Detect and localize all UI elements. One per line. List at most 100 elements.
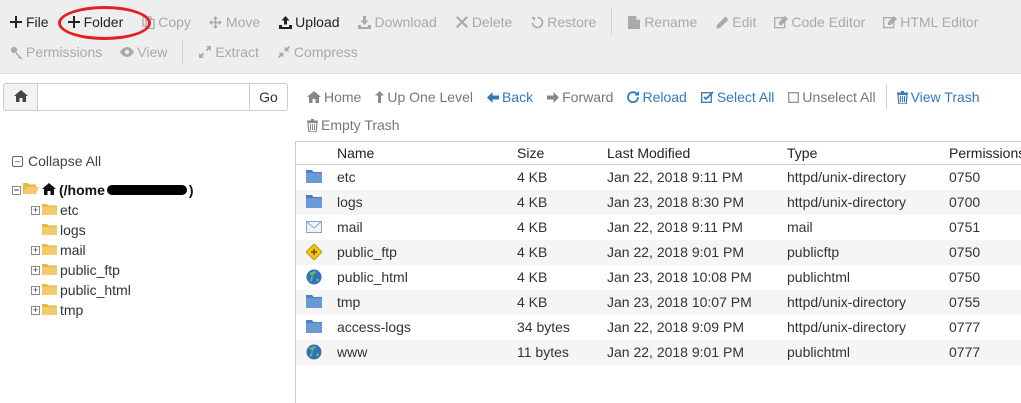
collapse-all-link[interactable]: – Collapse All xyxy=(12,153,101,169)
expand-toggle-icon[interactable]: + xyxy=(31,265,40,275)
tree-item-logs[interactable]: logs xyxy=(31,220,194,240)
tree-item-mail[interactable]: + mail xyxy=(31,240,194,260)
home-icon xyxy=(42,182,56,198)
restore-button[interactable]: Restore xyxy=(521,7,605,37)
column-header-size[interactable]: Size xyxy=(517,145,544,161)
restore-icon xyxy=(530,15,544,29)
expand-toggle-icon[interactable]: + xyxy=(31,245,40,255)
folder-icon xyxy=(306,169,322,185)
arrow-right-icon xyxy=(547,91,560,103)
folder-icon xyxy=(42,302,57,318)
code-editor-icon xyxy=(774,15,789,29)
folder-icon xyxy=(42,242,57,258)
publicftp-icon xyxy=(305,243,323,261)
home-directory-button[interactable] xyxy=(3,83,38,111)
table-row[interactable]: etc 4 KB Jan 22, 2018 9:11 PM httpd/unix… xyxy=(296,165,1021,190)
code-editor-button[interactable]: Code Editor xyxy=(765,7,874,37)
edit-button[interactable]: Edit xyxy=(706,7,765,37)
folder-icon xyxy=(42,282,57,298)
collapse-icon: – xyxy=(12,155,23,167)
expand-toggle-icon[interactable]: + xyxy=(31,205,40,215)
table-row[interactable]: logs 4 KB Jan 23, 2018 8:30 PM httpd/uni… xyxy=(296,190,1021,215)
tree-root-home[interactable]: − (/home ) xyxy=(12,180,194,200)
file-button[interactable]: File xyxy=(0,7,58,37)
file-list-panel: Name Size Last Modified Type Permissions… xyxy=(295,141,1021,403)
toolbar-row-1: File Folder Copy Move Upload Download De… xyxy=(0,7,987,37)
up-one-level-button[interactable]: Up One Level xyxy=(368,84,480,110)
reload-icon xyxy=(627,91,640,103)
table-row[interactable]: public_ftp 4 KB Jan 22, 2018 9:01 PM pub… xyxy=(296,240,1021,265)
tree-item-public-html[interactable]: + public_html xyxy=(31,280,194,300)
download-button[interactable]: Download xyxy=(349,7,446,37)
table-header: Name Size Last Modified Type Permissions xyxy=(296,142,1021,165)
copy-button[interactable]: Copy xyxy=(132,7,200,37)
unselect-all-button[interactable]: Unselect All xyxy=(781,84,882,110)
checked-box-icon xyxy=(700,91,714,103)
column-header-type[interactable]: Type xyxy=(787,145,817,161)
table-row[interactable]: public_html 4 KB Jan 23, 2018 10:08 PM p… xyxy=(296,265,1021,290)
view-trash-button[interactable]: View Trash xyxy=(890,84,987,110)
tree-item-etc[interactable]: + etc xyxy=(31,200,194,220)
eye-icon xyxy=(120,45,135,59)
html-editor-icon xyxy=(883,15,898,29)
table-row[interactable]: access-logs 34 bytes Jan 22, 2018 9:09 P… xyxy=(296,315,1021,340)
path-input[interactable] xyxy=(38,83,250,111)
rename-button[interactable]: Rename xyxy=(618,7,706,37)
collapse-toggle-icon[interactable]: − xyxy=(12,185,21,195)
folder-icon xyxy=(306,319,322,335)
table-row[interactable]: www 11 bytes Jan 22, 2018 9:01 PM public… xyxy=(296,340,1021,365)
delete-icon xyxy=(455,15,469,29)
permissions-button[interactable]: Permissions xyxy=(0,37,111,67)
move-icon xyxy=(209,15,223,29)
move-button[interactable]: Move xyxy=(200,7,269,37)
download-icon xyxy=(358,15,372,29)
delete-button[interactable]: Delete xyxy=(446,7,521,37)
forward-button[interactable]: Forward xyxy=(540,84,620,110)
column-header-last-modified[interactable]: Last Modified xyxy=(607,145,690,161)
expand-toggle-icon[interactable]: + xyxy=(31,285,40,295)
go-button[interactable]: Go xyxy=(249,83,288,111)
reload-button[interactable]: Reload xyxy=(620,84,693,110)
select-all-button[interactable]: Select All xyxy=(694,84,782,110)
empty-trash-button[interactable]: Empty Trash xyxy=(307,113,400,137)
extract-icon xyxy=(198,45,212,59)
column-header-name[interactable]: Name xyxy=(337,145,374,161)
table-row[interactable]: tmp 4 KB Jan 23, 2018 10:07 PM httpd/uni… xyxy=(296,290,1021,315)
back-button[interactable]: Back xyxy=(480,84,540,110)
compress-icon xyxy=(277,45,291,59)
table-row[interactable]: mail 4 KB Jan 22, 2018 9:11 PM mail 0751 xyxy=(296,215,1021,240)
globe-icon xyxy=(306,344,322,360)
tree-item-tmp[interactable]: + tmp xyxy=(31,300,194,320)
html-editor-button[interactable]: HTML Editor xyxy=(874,7,987,37)
toolbar-row-2: Permissions View Extract Compress xyxy=(0,37,367,67)
folder-icon xyxy=(42,222,57,238)
globe-icon xyxy=(306,269,322,285)
expand-toggle-icon[interactable]: + xyxy=(31,305,40,315)
plus-icon xyxy=(9,15,23,29)
rename-icon xyxy=(627,15,641,29)
upload-icon xyxy=(278,15,292,29)
trash-icon xyxy=(307,118,318,132)
home-icon xyxy=(307,91,321,103)
column-header-permissions[interactable]: Permissions xyxy=(949,145,1021,161)
toolbar-divider xyxy=(182,39,184,65)
folder-icon xyxy=(42,202,57,218)
pencil-icon xyxy=(715,15,729,29)
level-up-icon xyxy=(375,91,385,103)
toolbar: File Folder Copy Move Upload Download De… xyxy=(0,0,1021,74)
mail-icon xyxy=(306,219,322,235)
folder-icon xyxy=(42,262,57,278)
compress-button[interactable]: Compress xyxy=(268,37,367,67)
tree-item-public-ftp[interactable]: + public_ftp xyxy=(31,260,194,280)
view-button[interactable]: View xyxy=(111,37,176,67)
extract-button[interactable]: Extract xyxy=(189,37,268,67)
folder-button[interactable]: Folder xyxy=(58,7,133,37)
directory-tree: − (/home ) + etc logs + mail + public_ft… xyxy=(12,180,194,320)
home-nav-button[interactable]: Home xyxy=(300,84,368,110)
key-icon xyxy=(9,45,23,59)
open-folder-icon xyxy=(23,182,39,198)
upload-button[interactable]: Upload xyxy=(269,7,348,37)
trash-icon xyxy=(896,90,908,104)
plus-icon xyxy=(67,15,81,29)
